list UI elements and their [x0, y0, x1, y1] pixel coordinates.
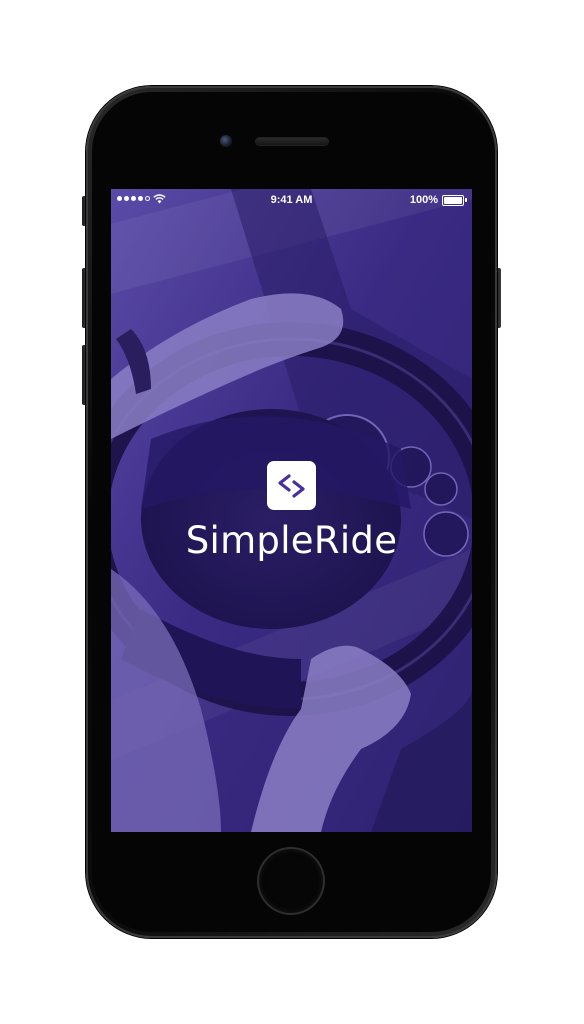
splash-screen: 9:41 AM 100% SimpleRide	[111, 189, 472, 832]
front-camera	[220, 135, 232, 147]
code-brackets-logo-icon	[278, 474, 305, 498]
battery-percentage: 100%	[409, 194, 438, 206]
status-bar: 9:41 AM 100%	[111, 189, 472, 211]
app-logo	[267, 461, 316, 510]
driving-background-image	[111, 189, 472, 832]
home-button[interactable]	[259, 849, 323, 913]
app-name: SimpleRide	[185, 519, 398, 562]
device-mockup: 9:41 AM 100% SimpleRide	[0, 0, 584, 1024]
battery-icon	[442, 195, 467, 206]
earpiece-speaker	[256, 138, 328, 145]
